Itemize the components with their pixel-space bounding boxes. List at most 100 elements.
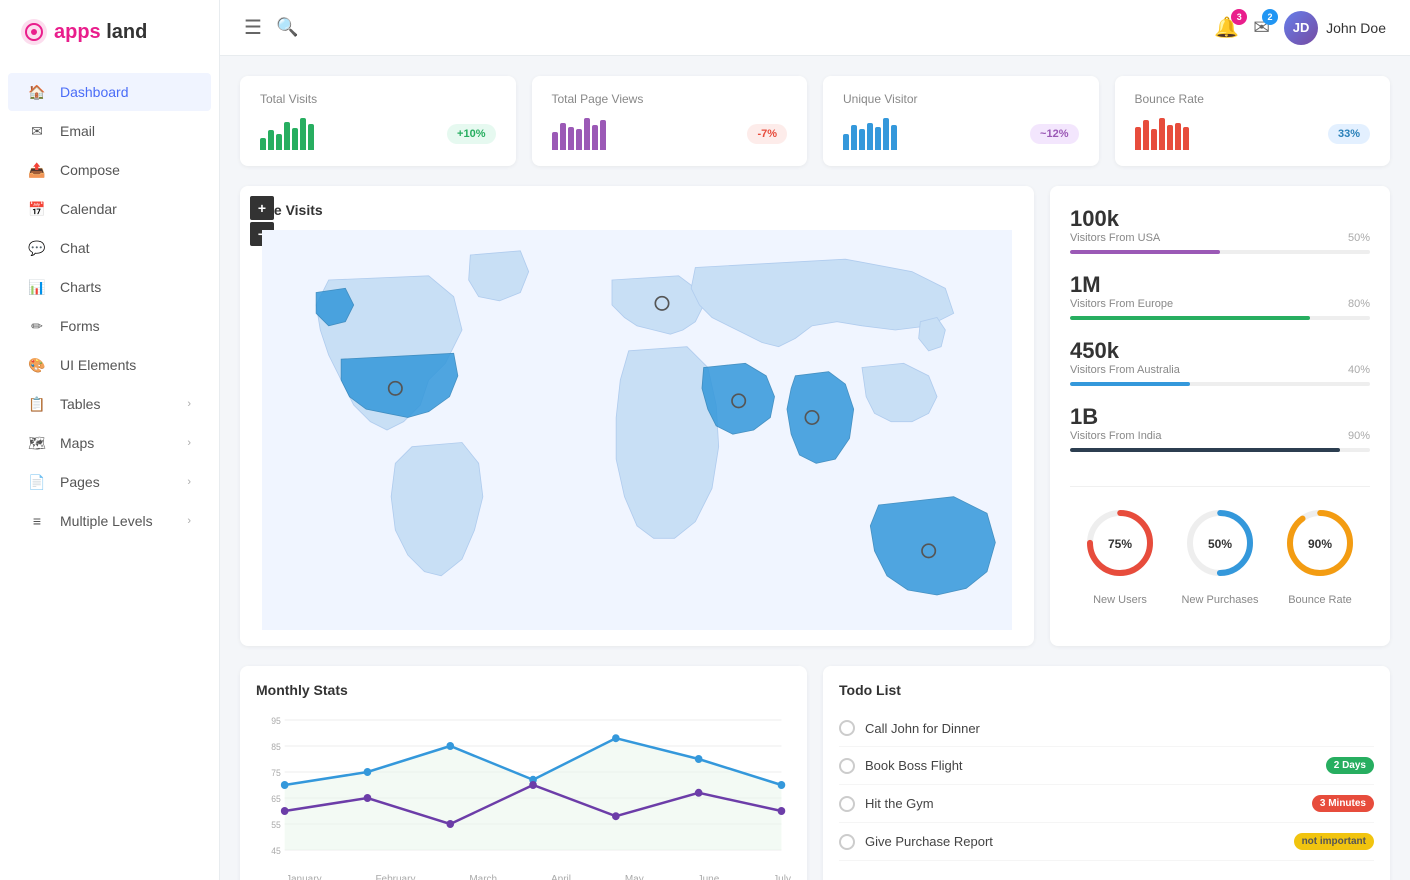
logo[interactable]: apps land: [0, 0, 219, 64]
monthly-stats-card: Monthly Stats 455565758595 JanuaryFebrua…: [240, 666, 807, 880]
donut-chart-2: 90%: [1280, 503, 1360, 583]
donut-label-2: Bounce Rate: [1280, 594, 1360, 606]
stat-row: ~12%: [843, 118, 1079, 150]
mini-bar-4: [875, 127, 881, 150]
mini-bar-5: [883, 118, 889, 150]
visitor-stat-1: 1M Visitors From Europe 80%: [1070, 272, 1370, 320]
arrow-icon: ›: [187, 515, 191, 527]
bottom-section: Monthly Stats 455565758595 JanuaryFebrua…: [240, 666, 1390, 880]
sidebar-item-chat[interactable]: 💬 Chat: [8, 229, 211, 267]
notification-badge: 3: [1231, 9, 1247, 25]
menu-icon[interactable]: ☰: [244, 15, 262, 40]
stat-cards-row: Total Visits +10% Total Page Views -7% U…: [240, 76, 1390, 166]
sidebar: apps land 🏠 Dashboard ✉ Email 📤 Compose …: [0, 0, 220, 880]
todo-badge-2: 3 Minutes: [1312, 795, 1374, 812]
search-icon[interactable]: 🔍: [276, 17, 298, 38]
zoom-in-button[interactable]: +: [250, 196, 274, 220]
sidebar-item-dashboard[interactable]: 🏠 Dashboard: [8, 73, 211, 111]
user-info[interactable]: JD John Doe: [1284, 11, 1386, 45]
todo-list: Call John for Dinner Book Boss Flight 2 …: [839, 710, 1374, 861]
todo-checkbox-2[interactable]: [839, 796, 855, 812]
sidebar-item-calendar[interactable]: 📅 Calendar: [8, 190, 211, 228]
todo-checkbox-0[interactable]: [839, 720, 855, 736]
nav-menu: 🏠 Dashboard ✉ Email 📤 Compose 📅 Calendar…: [0, 64, 219, 880]
month-label: April: [551, 874, 571, 880]
sidebar-item-tables[interactable]: 📋 Tables ›: [8, 385, 211, 423]
month-label: January: [286, 874, 322, 880]
visitor-label: Visitors From Australia 40%: [1070, 364, 1370, 376]
stat-card-1: Total Page Views -7%: [532, 76, 808, 166]
sidebar-item-charts[interactable]: 📊 Charts: [8, 268, 211, 306]
sidebar-label-dashboard: Dashboard: [60, 84, 129, 100]
donut-chart-1: 50%: [1180, 503, 1260, 583]
sidebar-item-maps[interactable]: 🗺 Maps ›: [8, 424, 211, 462]
monthly-stats-title: Monthly Stats: [256, 682, 791, 698]
stat-label: Total Page Views: [552, 92, 788, 106]
progress-bar: [1070, 448, 1370, 452]
topbar: ☰ 🔍 🔔 3 ✉ 2 JD John Doe: [220, 0, 1410, 56]
todo-text-2: Hit the Gym: [865, 796, 1302, 811]
sidebar-item-forms[interactable]: ✏ Forms: [8, 307, 211, 345]
sidebar-label-email: Email: [60, 123, 95, 139]
mini-bar-3: [284, 122, 290, 150]
message-icon[interactable]: ✉ 2: [1253, 15, 1270, 40]
sidebar-label-tables: Tables: [60, 396, 100, 412]
stat-badge: +10%: [447, 124, 495, 144]
todo-item-3: Give Purchase Report not important: [839, 823, 1374, 861]
visitor-label: Visitors From Europe 80%: [1070, 298, 1370, 310]
mini-bars: [843, 118, 897, 150]
compose-nav-icon: 📤: [28, 161, 46, 179]
svg-text:75%: 75%: [1108, 537, 1132, 551]
svg-text:55: 55: [271, 820, 281, 830]
todo-item-1: Book Boss Flight 2 Days: [839, 747, 1374, 785]
stat-label: Total Visits: [260, 92, 496, 106]
dashboard-nav-icon: 🏠: [28, 83, 46, 101]
todo-checkbox-3[interactable]: [839, 834, 855, 850]
mini-bar-1: [560, 123, 566, 150]
donut-label-0: New Users: [1080, 594, 1160, 606]
line-chart: 455565758595: [256, 710, 791, 870]
todo-checkbox-1[interactable]: [839, 758, 855, 774]
arrow-icon: ›: [187, 437, 191, 449]
chat-nav-icon: 💬: [28, 239, 46, 257]
logo-text: apps land: [54, 21, 147, 44]
mini-bar-0: [1135, 127, 1141, 150]
mini-bar-5: [1175, 123, 1181, 150]
svg-text:95: 95: [271, 716, 281, 726]
todo-text-0: Call John for Dinner: [865, 721, 1374, 736]
visitor-label: Visitors From India 90%: [1070, 430, 1370, 442]
sidebar-item-pages[interactable]: 📄 Pages ›: [8, 463, 211, 501]
donut-item-0: 75% New Users: [1080, 503, 1160, 606]
progress-bar: [1070, 316, 1370, 320]
sidebar-label-pages: Pages: [60, 474, 100, 490]
visitor-value: 450k: [1070, 338, 1370, 364]
progress-fill: [1070, 382, 1190, 386]
mini-bar-6: [308, 124, 314, 150]
sidebar-label-maps: Maps: [60, 435, 94, 451]
sidebar-item-multiple-levels[interactable]: ≡ Multiple Levels ›: [8, 502, 211, 540]
topbar-left: ☰ 🔍: [244, 15, 1198, 40]
sidebar-item-compose[interactable]: 📤 Compose: [8, 151, 211, 189]
notification-icon[interactable]: 🔔 3: [1214, 15, 1239, 40]
todo-card: Todo List Call John for Dinner Book Boss…: [823, 666, 1390, 880]
mini-bars: [552, 118, 606, 150]
sidebar-label-charts: Charts: [60, 279, 101, 295]
sidebar-item-email[interactable]: ✉ Email: [8, 112, 211, 150]
visitor-stat-2: 450k Visitors From Australia 40%: [1070, 338, 1370, 386]
progress-fill: [1070, 448, 1340, 452]
svg-text:75: 75: [271, 768, 281, 778]
todo-text-3: Give Purchase Report: [865, 834, 1284, 849]
svg-text:50%: 50%: [1208, 537, 1232, 551]
logo-icon: [20, 18, 48, 46]
email-nav-icon: ✉: [28, 122, 46, 140]
sidebar-label-chat: Chat: [60, 240, 90, 256]
mini-bar-0: [843, 134, 849, 150]
mini-bar-4: [584, 118, 590, 150]
sidebar-item-ui-elements[interactable]: 🎨 UI Elements: [8, 346, 211, 384]
stat-row: 33%: [1135, 118, 1371, 150]
stats-panel: 100k Visitors From USA 50% 1M Visitors F…: [1050, 186, 1390, 646]
mini-bar-1: [851, 125, 857, 150]
month-label: June: [698, 874, 720, 880]
mini-bar-4: [1167, 125, 1173, 150]
stat-card-0: Total Visits +10%: [240, 76, 516, 166]
